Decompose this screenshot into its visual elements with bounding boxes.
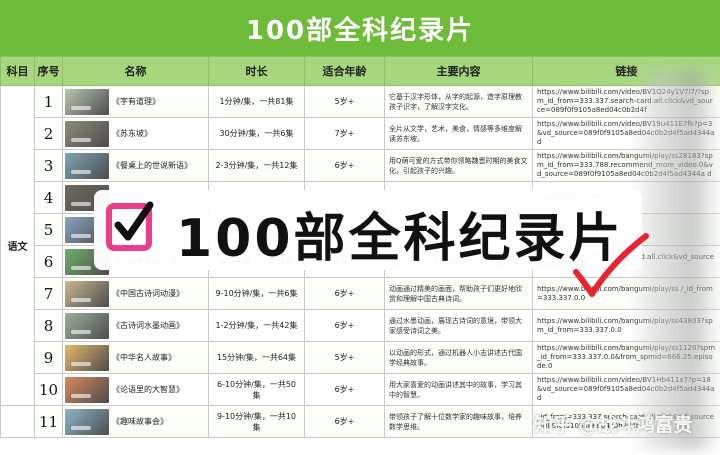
name-cell: 《字有道理》 (62, 85, 209, 118)
duration-cell: 1-2分钟/集，一共42集 (208, 309, 305, 342)
duration-cell: 1分钟/集，一共81集 (208, 85, 305, 118)
name-cell: 《古诗词水墨动画》 (62, 309, 209, 342)
table-row: 8 《古诗词水墨动画》 1-2分钟/集，一共42集 6岁+ 通过水墨动画，展现古诗词的意… (1, 309, 720, 342)
row-number: 1 (34, 85, 63, 118)
col-subject-header: 科目 (0, 56, 35, 86)
age-cell: 5岁+ (304, 341, 385, 374)
page-title: 100部全科纪录片 (245, 15, 475, 46)
duration-cell: 30分钟/集，一共6集 (208, 117, 305, 150)
name-cell: 《中国古诗词动漫》 (62, 277, 209, 310)
thumbnail-image (65, 344, 109, 371)
duration-cell: 9-10分钟/集，一共10集 (208, 405, 305, 438)
name-inner: 《字有道理》 (65, 88, 206, 115)
name-inner: 《趣味故事会》 (65, 408, 206, 435)
documentary-name: 《论语里的大智慧》 (112, 385, 184, 394)
documentary-name: 《餐桌上的世说新语》 (112, 161, 192, 170)
red-check-icon (573, 233, 649, 297)
age-cell: 6岁+ (304, 149, 385, 182)
age-cell: 6岁+ (304, 405, 385, 438)
documentary-name: 《中国古诗词动漫》 (112, 289, 184, 298)
name-inner: 《古诗词水墨动画》 (65, 312, 206, 339)
thumbnail-image (65, 312, 109, 339)
content-cell: 用大家喜爱的动画讲述其中的故事，学习其中的智慧。 (384, 373, 533, 406)
row-number: 8 (34, 309, 63, 342)
documentary-name: 《字有道理》 (112, 97, 160, 106)
age-cell: 6岁+ (304, 373, 385, 406)
duration-cell: 15分钟/集，一共64集 (208, 341, 305, 374)
name-cell: 《餐桌上的世说新语》 (62, 149, 209, 182)
content-cell: 通过水墨动画，展现古诗词的意境，带领大家感受诗词之美。 (384, 309, 533, 342)
headline-card: 100部全科纪录片 (94, 190, 642, 270)
age-cell: 7岁+ (304, 117, 385, 150)
name-cell: 《趣味故事会》 (62, 405, 209, 438)
table-row: 10 《论语里的大智慧》 6-10分钟/集，一共50集 6岁+ 用大家喜爱的动画讲述其中… (1, 373, 720, 406)
row-number: 3 (34, 149, 63, 182)
documentary-name: 《苏东坡》 (112, 129, 152, 138)
duration-cell: 2-3分钟/集，一共12集 (208, 149, 305, 182)
duration-cell: 6-10分钟/集，一共50集 (208, 373, 305, 406)
table-header-row: 科目 序号 名称 时长 适合年龄 主要内容 链接 (0, 56, 720, 86)
thumbnail-image (65, 120, 109, 147)
name-cell: 《苏东坡》 (62, 117, 209, 150)
row-number: 11 (34, 405, 63, 438)
row-number: 5 (34, 213, 63, 246)
content-cell: 全片从文学，艺术，美食，情感等多维度解读苏东坡。 (384, 117, 533, 150)
documentary-name: 《古诗词水墨动画》 (112, 321, 184, 330)
col-number-header: 序号 (34, 56, 63, 86)
row-number: 9 (34, 341, 63, 374)
name-cell: 《中华名人故事》 (62, 341, 209, 374)
watermark: 知乎 @战斗鸿富贵 (534, 414, 693, 436)
headline-title: 100部全科纪录片 (176, 209, 624, 269)
table-row: 3 《餐桌上的世说新语》 2-3分钟/集，一共12集 6岁+ 用Q萌可爱的方式带你领略魏… (1, 149, 720, 182)
col-age-header: 适合年龄 (304, 56, 385, 86)
content-cell: 用Q萌可爱的方式带你领略魏晋时期的美食文化，引起孩子的兴趣。 (384, 149, 533, 182)
thumbnail-image (65, 88, 109, 115)
content-cell: 它基于汉字形体，从字的起源，造字原理教孩子识字，了解汉字文化。 (384, 85, 533, 118)
name-inner: 《中华名人故事》 (65, 344, 206, 371)
name-cell: 《论语里的大智慧》 (62, 373, 209, 406)
checkmark-icon (114, 201, 154, 241)
content-cell: 以动画的形式，通过机器人小志讲述古代国学经典故事。 (384, 341, 533, 374)
col-content-header: 主要内容 (384, 56, 533, 86)
documentary-name: 《中华名人故事》 (112, 353, 176, 362)
col-name-header: 名称 (62, 56, 209, 86)
row-number: 4 (34, 181, 63, 214)
row-number: 7 (34, 277, 63, 310)
col-duration-header: 时长 (208, 56, 305, 86)
age-cell: 5岁+ (304, 85, 385, 118)
table-row: 9 《中华名人故事》 15分钟/集，一共64集 5岁+ 以动画的形式，通过机器人小志讲述… (1, 341, 720, 374)
checkbox-icon (106, 201, 154, 251)
title-banner: 100部全科纪录片 (0, 0, 720, 56)
subject-cell: 语文 (0, 85, 35, 406)
age-cell: 6岁+ (304, 277, 385, 310)
thumbnail-image (65, 152, 109, 179)
row-number: 6 (34, 245, 63, 278)
row-number: 10 (34, 373, 63, 406)
duration-cell: 9-10分钟/集，一共6集 (208, 277, 305, 310)
age-cell: 6岁+ (304, 309, 385, 342)
table-row: 2 《苏东坡》 30分钟/集，一共6集 7岁+ 全片从文学，艺术，美食，情感等多维度解读… (1, 117, 720, 150)
subject-cell-empty (0, 405, 35, 438)
thumbnail-image (65, 408, 109, 435)
documentary-name: 《趣味故事会》 (112, 417, 168, 426)
row-number: 2 (34, 117, 63, 150)
thumbnail-image (65, 376, 109, 403)
content-cell: 带领孩子了解十位数学家的趣味故事，培养数学思维。 (384, 405, 533, 438)
thumbnail-image (65, 280, 109, 307)
name-inner: 《论语里的大智慧》 (65, 376, 206, 403)
name-inner: 《中国古诗词动漫》 (65, 280, 206, 307)
name-inner: 《苏东坡》 (65, 120, 206, 147)
table-row: 语文 1 《字有道理》 1分钟/集，一共81集 5岁+ 它基于汉字形体，从字的起源，造字原… (0, 85, 720, 406)
name-inner: 《餐桌上的世说新语》 (65, 152, 206, 179)
content-cell: 动画通过精美的画面，帮助孩子们更好地欣赏和理解中国古典诗词。 (384, 277, 533, 310)
